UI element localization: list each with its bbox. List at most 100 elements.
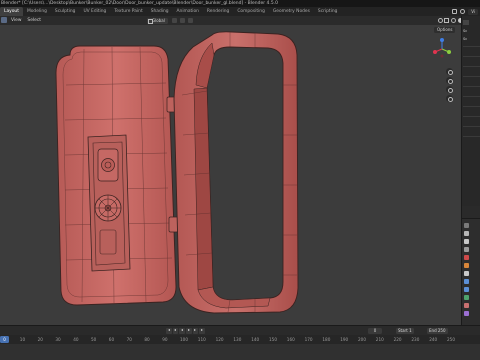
workspace-bar-right: Vi	[452, 7, 480, 16]
overlays-icon[interactable]	[444, 18, 449, 23]
select-menu[interactable]: Select	[24, 18, 44, 23]
neg-z-axis-handle[interactable]	[440, 54, 444, 58]
door-frame-mesh[interactable]	[173, 31, 299, 314]
workspace-tab-compositing[interactable]: Compositing	[233, 7, 269, 16]
playhead[interactable]: 0	[0, 336, 9, 343]
x-axis-handle[interactable]	[433, 50, 437, 54]
select-mode-icon[interactable]	[1, 17, 7, 23]
jump-end-icon[interactable]	[199, 328, 205, 334]
pivot-icon[interactable]	[172, 17, 177, 23]
ruler-tick-label: 150	[269, 336, 277, 342]
start-frame-field[interactable]: Start 1	[396, 328, 414, 334]
outliner-scene-label: Sc	[463, 29, 468, 33]
particles-tab-icon[interactable]	[463, 287, 469, 292]
ruler-tick-label: 220	[393, 336, 402, 342]
ruler-tick-label: 160	[286, 336, 295, 342]
camera-view-icon[interactable]	[446, 86, 453, 93]
ruler-tick-label: 50	[91, 336, 97, 342]
view-layer-icon[interactable]	[460, 9, 466, 14]
material-tab-icon[interactable]	[463, 303, 469, 308]
zoom-icon[interactable]	[446, 68, 453, 75]
timeline-track[interactable]	[0, 344, 480, 360]
workspace-tab-scripting[interactable]: Scripting	[314, 7, 342, 16]
ruler-tick-label: 170	[304, 336, 313, 342]
end-frame-field[interactable]: End 250	[427, 328, 448, 334]
window-title: Blender* [C:\Users\...\Desktop\Bunker\Bu…	[0, 0, 480, 7]
scene-tab-icon[interactable]	[463, 255, 469, 260]
ruler-tick-label: 210	[375, 336, 384, 342]
pan-icon[interactable]	[446, 77, 453, 84]
transform-orientation-dropdown[interactable]: Global	[147, 17, 168, 24]
3d-viewport[interactable]	[0, 25, 461, 325]
ruler-tick-label: 200	[358, 336, 366, 342]
workspace-tab-shading[interactable]: Shading	[147, 7, 173, 16]
play-reverse-icon[interactable]	[179, 328, 185, 334]
start-value: 1	[409, 328, 412, 333]
ruler-tick-label: 60	[108, 336, 115, 342]
playback-controls	[166, 328, 205, 334]
ruler-tick-label: 10	[19, 336, 26, 342]
view-layer-tab-icon[interactable]	[463, 247, 469, 252]
ruler-tick-label: 110	[197, 336, 206, 342]
workspace-tab-geometry-nodes[interactable]: Geometry Nodes	[269, 7, 314, 16]
physics-tab-icon[interactable]	[463, 295, 469, 300]
tool-tab-icon[interactable]	[463, 223, 469, 228]
view-menu[interactable]: View	[8, 18, 24, 23]
viewport-header: View Select Global	[0, 16, 480, 25]
ruler-tick-label: 180	[322, 336, 331, 342]
timeline-ruler[interactable]: 0 10 20 30 40 50 60 70 80 90 100 110 120 130 140 150 160…	[0, 335, 480, 344]
navigation-gizmo[interactable]	[431, 37, 453, 59]
next-keyframe-icon[interactable]	[192, 328, 199, 334]
ruler-tick-label: 30	[55, 336, 61, 342]
play-icon[interactable]	[186, 328, 192, 334]
ruler-tick-label: 230	[411, 336, 420, 342]
ruler-tick-label: 80	[144, 336, 150, 342]
ruler-tick-label: 250	[447, 336, 455, 342]
jump-start-icon[interactable]	[166, 328, 172, 334]
options-dropdown[interactable]: Options	[434, 27, 456, 33]
ruler-tick-label: 70	[126, 336, 132, 342]
ruler-tick-label: 120	[215, 336, 224, 342]
view-layer-field[interactable]: Vi	[468, 8, 478, 15]
ruler-tick-label: 20	[37, 336, 43, 342]
workspace-bar: Layout Modeling Sculpting UV Editing Texture…	[0, 7, 480, 16]
workspace-tab-sculpting[interactable]: Sculpting	[51, 7, 80, 16]
output-tab-icon[interactable]	[463, 239, 469, 244]
snap-icon[interactable]	[180, 17, 185, 23]
end-value: 250	[437, 328, 446, 333]
current-frame-field[interactable]: 0	[368, 328, 382, 334]
world-tab-icon[interactable]	[463, 263, 469, 268]
workspace-tab-layout[interactable]: Layout	[0, 7, 23, 16]
wireframe-shading-icon[interactable]	[450, 17, 456, 24]
workspace-tab-animation[interactable]: Animation	[173, 7, 203, 16]
workspace-tab-rendering[interactable]: Rendering	[203, 7, 233, 16]
scene-icon[interactable]	[452, 9, 458, 14]
ruler-tick-label: 240	[429, 336, 438, 342]
object-tab-icon[interactable]	[463, 271, 469, 276]
workspace-tab-modeling[interactable]: Modeling	[23, 7, 51, 16]
perspective-toggle-icon[interactable]	[446, 95, 453, 102]
start-label: Start	[398, 328, 408, 333]
workspace-tab-uv-editing[interactable]: UV Editing	[79, 7, 110, 16]
timeline-header: 0 Start 1 End 250	[0, 325, 480, 335]
properties-editor[interactable]	[462, 218, 480, 326]
visibility-icon[interactable]	[437, 18, 443, 23]
workspace-tab-texture-paint[interactable]: Texture Paint	[110, 7, 146, 16]
z-axis-handle[interactable]	[440, 38, 444, 42]
door-panel-mesh[interactable]	[55, 45, 179, 306]
right-editors: Sc Sc	[461, 16, 480, 326]
door-lock-assembly	[87, 134, 131, 272]
viewport-scene	[55, 31, 299, 314]
workspace-tabs: Layout Modeling Sculpting UV Editing Texture…	[0, 7, 341, 16]
outliner[interactable]: Sc Sc	[462, 16, 480, 206]
texture-tab-icon[interactable]	[463, 311, 469, 316]
render-tab-icon[interactable]	[463, 231, 469, 236]
ruler-tick-label: 90	[162, 336, 168, 342]
y-axis-handle[interactable]	[447, 50, 451, 54]
prev-keyframe-icon[interactable]	[172, 328, 179, 334]
ruler-tick-label: 40	[73, 336, 79, 342]
ruler-tick-label: 130	[233, 336, 242, 342]
proportional-edit-icon[interactable]	[188, 17, 193, 23]
snapping-tools	[172, 17, 193, 23]
modifier-tab-icon[interactable]	[463, 279, 469, 284]
